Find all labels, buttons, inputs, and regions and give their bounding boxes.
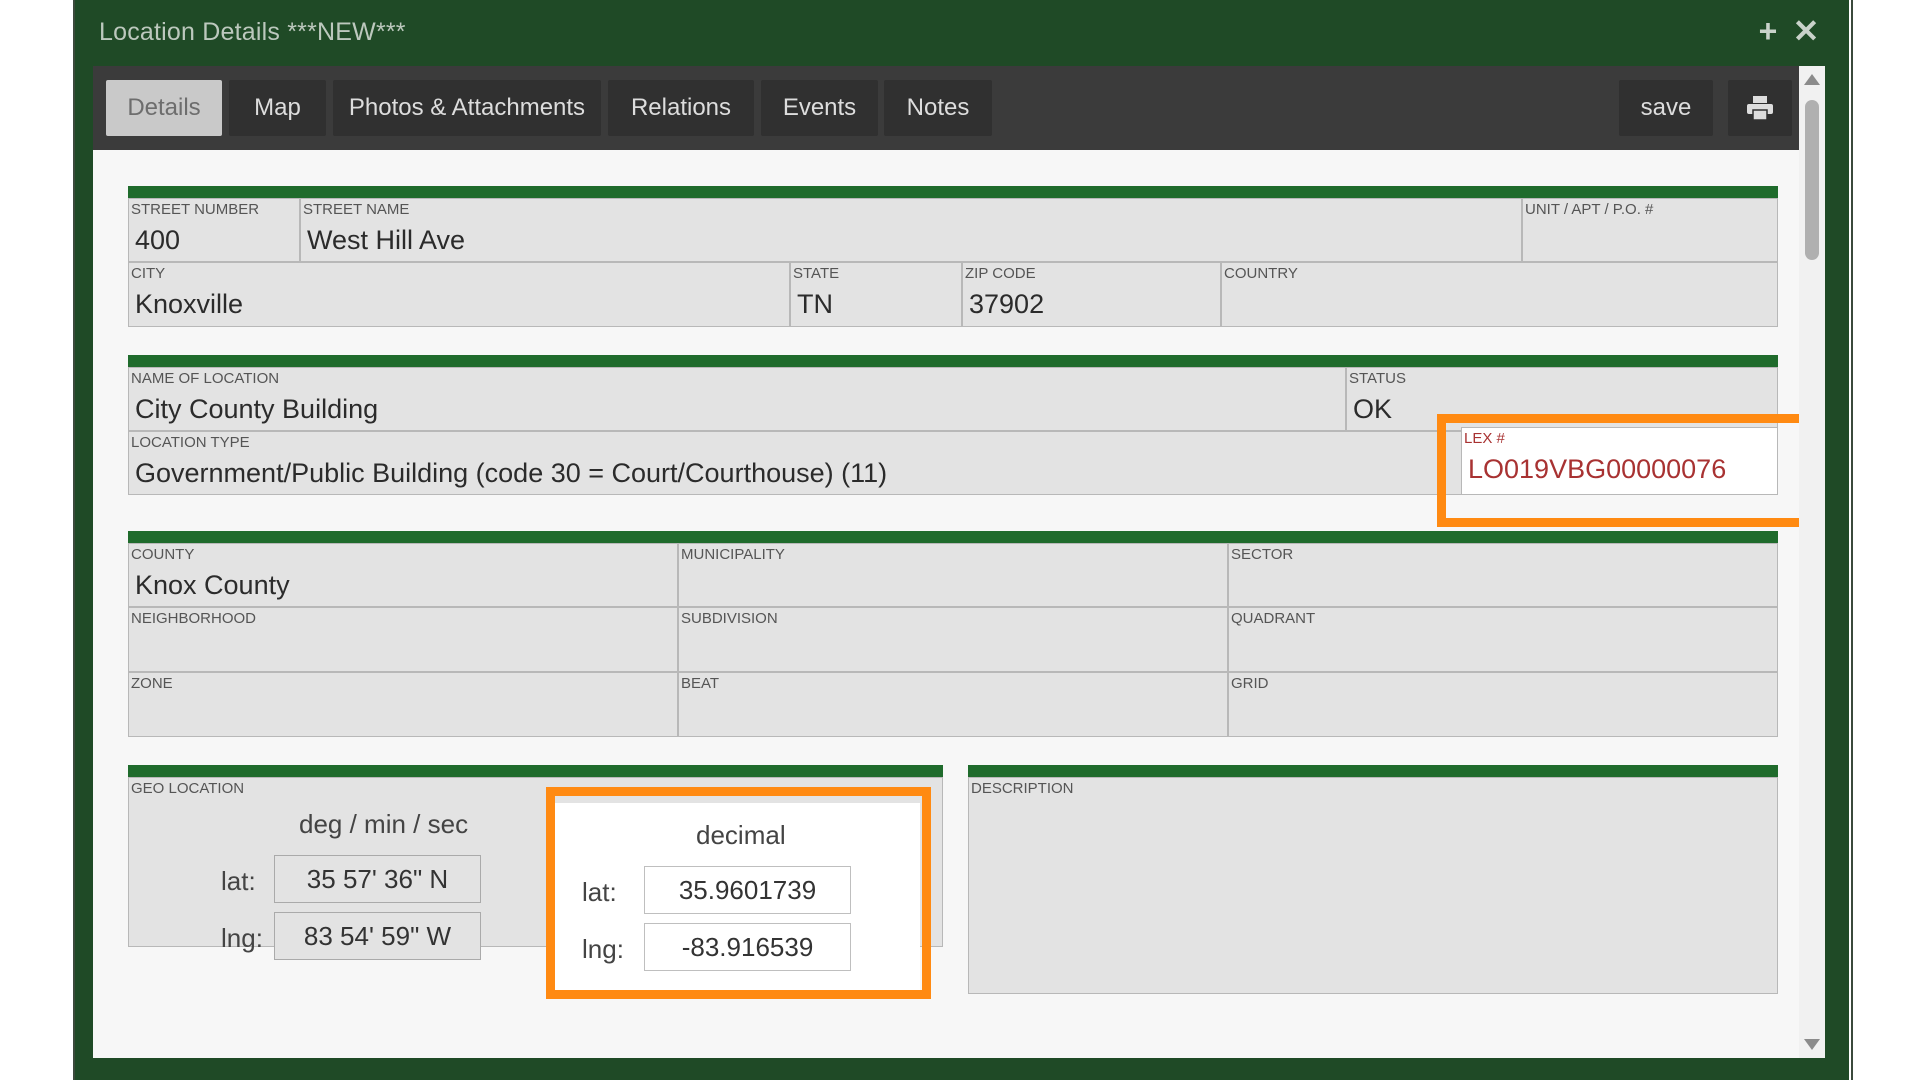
tab-label: Events xyxy=(782,94,857,121)
field-label: SUBDIVISION xyxy=(681,610,778,627)
tab-details[interactable]: Details xyxy=(106,80,222,136)
window-titlebar[interactable]: Location Details ***NEW*** + ✕ xyxy=(75,0,1849,66)
county-field[interactable]: COUNTY Knox County xyxy=(128,543,678,607)
tab-photos-attachments[interactable]: Photos & Attachments xyxy=(333,80,601,136)
dms-header: deg / min / sec xyxy=(299,809,469,839)
field-label: STREET NAME xyxy=(303,201,410,218)
field-value: City County Building xyxy=(135,394,379,424)
area-section-bar xyxy=(128,531,1778,543)
tab-map[interactable]: Map xyxy=(229,80,326,136)
field-label: MUNICIPALITY xyxy=(681,546,785,563)
save-label: save xyxy=(1640,94,1692,121)
background-edge-right xyxy=(1851,0,1853,1080)
quadrant-field[interactable]: QUADRANT xyxy=(1228,607,1778,672)
municipality-field[interactable]: MUNICIPALITY xyxy=(678,543,1228,607)
dms-lng-input[interactable]: 83 54' 59" W xyxy=(274,912,481,960)
scrollbar-thumb[interactable] xyxy=(1805,100,1819,260)
printer-icon xyxy=(1747,96,1773,121)
beat-field[interactable]: BEAT xyxy=(678,672,1228,737)
field-value: 400 xyxy=(135,225,181,255)
tab-label: Photos & Attachments xyxy=(348,94,586,121)
field-label: ZONE xyxy=(131,675,173,692)
field-label: STREET NUMBER xyxy=(131,201,260,218)
field-label: UNIT / APT / P.O. # xyxy=(1525,201,1654,218)
scroll-up-arrow-icon[interactable] xyxy=(1804,74,1820,85)
geo-section-bar xyxy=(128,765,943,777)
scroll-down-arrow-icon[interactable] xyxy=(1804,1039,1820,1050)
address-section-bar xyxy=(128,186,1778,198)
tab-bar: Details Map Photos & Attachments Relatio… xyxy=(93,66,1799,150)
field-label: DESCRIPTION xyxy=(971,780,1074,797)
country-field[interactable]: COUNTRY xyxy=(1221,262,1778,327)
description-field[interactable]: DESCRIPTION xyxy=(968,777,1778,994)
street-name-field[interactable]: STREET NAME West Hill Ave xyxy=(300,198,1522,262)
tab-label: Relations xyxy=(630,94,732,121)
field-value: 37902 xyxy=(969,289,1045,319)
field-label: LOCATION TYPE xyxy=(131,434,250,451)
field-label: GRID xyxy=(1231,675,1269,692)
location-type-field[interactable]: LOCATION TYPE Government/Public Building… xyxy=(128,431,1533,495)
close-icon[interactable]: ✕ xyxy=(1791,14,1821,48)
street-number-field[interactable]: STREET NUMBER 400 xyxy=(128,198,300,262)
location-name-field[interactable]: NAME OF LOCATION City County Building xyxy=(128,367,1346,431)
zone-field[interactable]: ZONE xyxy=(128,672,678,737)
field-label: NAME OF LOCATION xyxy=(131,370,280,387)
subdivision-field[interactable]: SUBDIVISION xyxy=(678,607,1228,672)
print-button[interactable] xyxy=(1728,80,1792,136)
description-section-bar xyxy=(968,765,1778,777)
dms-lng-label: lng: xyxy=(221,923,263,953)
plus-icon[interactable]: + xyxy=(1753,14,1783,48)
state-field[interactable]: STATE TN xyxy=(790,262,962,327)
field-value: West Hill Ave xyxy=(307,225,466,255)
sector-field[interactable]: SECTOR xyxy=(1228,543,1778,607)
field-label: SECTOR xyxy=(1231,546,1294,563)
field-label: BEAT xyxy=(681,675,720,692)
field-label: COUNTRY xyxy=(1224,265,1298,282)
field-label: GEO LOCATION xyxy=(131,780,245,797)
window-title: Location Details ***NEW*** xyxy=(99,18,406,46)
field-value: 35 57' 36" N xyxy=(306,863,449,894)
field-value: 83 54' 59" W xyxy=(303,920,452,951)
dms-lat-label: lat: xyxy=(221,866,256,896)
field-label: CITY xyxy=(131,265,166,282)
field-value: OK xyxy=(1353,394,1393,424)
city-field[interactable]: CITY Knoxville xyxy=(128,262,790,327)
field-label: ZIP CODE xyxy=(965,265,1036,282)
tab-events[interactable]: Events xyxy=(761,80,878,136)
lex-highlight-box xyxy=(1437,414,1799,527)
field-label: COUNTY xyxy=(131,546,195,563)
field-value: Knox County xyxy=(135,570,290,600)
location-section-bar xyxy=(128,355,1778,367)
field-value: Government/Public Building (code 30 = Co… xyxy=(135,458,888,488)
unit-field[interactable]: UNIT / APT / P.O. # xyxy=(1522,198,1778,262)
tab-label: Notes xyxy=(906,94,970,121)
tab-label: Map xyxy=(254,94,301,121)
save-button[interactable]: save xyxy=(1619,80,1713,136)
tab-label: Details xyxy=(127,94,201,121)
field-value: Knoxville xyxy=(135,289,244,319)
neighborhood-field[interactable]: NEIGHBORHOOD xyxy=(128,607,678,672)
grid-field[interactable]: GRID xyxy=(1228,672,1778,737)
zip-code-field[interactable]: ZIP CODE 37902 xyxy=(962,262,1221,327)
decimal-highlight-box xyxy=(546,787,931,999)
tab-notes[interactable]: Notes xyxy=(884,80,992,136)
details-panel: STREET NUMBER 400 STREET NAME West Hill … xyxy=(93,150,1799,1058)
field-label: STATE xyxy=(793,265,840,282)
field-label: NEIGHBORHOOD xyxy=(131,610,257,627)
tab-relations[interactable]: Relations xyxy=(608,80,754,136)
dms-lat-input[interactable]: 35 57' 36" N xyxy=(274,855,481,903)
field-value: TN xyxy=(797,289,833,319)
field-label: QUADRANT xyxy=(1231,610,1316,627)
location-details-window: Location Details ***NEW*** + ✕ Details M… xyxy=(75,0,1849,1080)
vertical-scrollbar[interactable] xyxy=(1799,66,1825,1058)
field-label: STATUS xyxy=(1349,370,1406,387)
